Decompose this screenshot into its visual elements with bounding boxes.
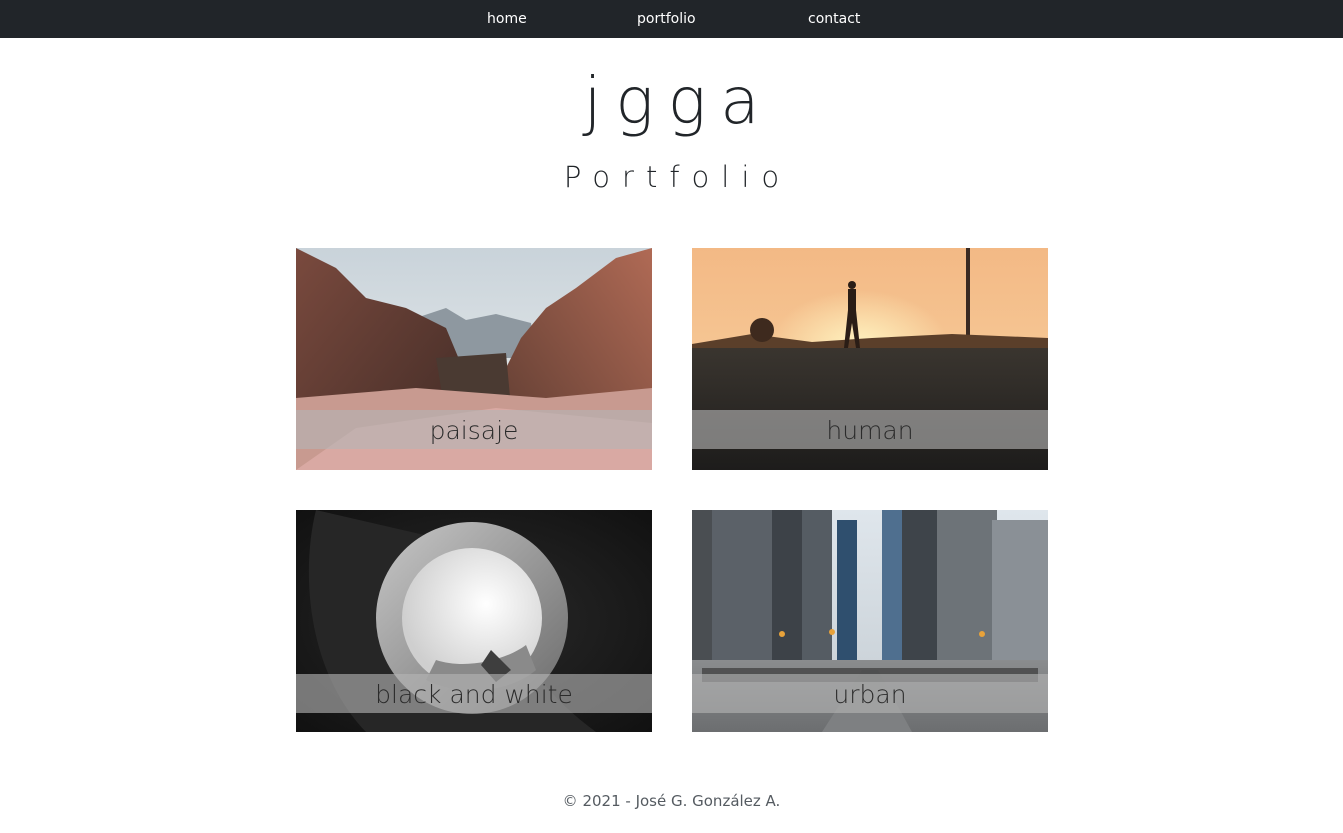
navbar: home portfolio contact <box>0 0 1343 38</box>
site-title: jgga <box>583 65 774 139</box>
gallery-card-paisaje[interactable]: paisaje <box>296 248 652 470</box>
nav-link-home[interactable]: home <box>487 0 527 38</box>
gallery-card-human[interactable]: human <box>692 248 1048 470</box>
gallery-card-urban[interactable]: urban <box>692 510 1048 732</box>
card-caption: black and white <box>296 674 652 713</box>
footer-copyright: © 2021 - José G. González A. <box>562 792 781 810</box>
card-caption: urban <box>692 674 1048 713</box>
nav-link-portfolio[interactable]: portfolio <box>637 0 696 38</box>
card-caption: human <box>692 410 1048 449</box>
card-caption: paisaje <box>296 410 652 449</box>
gallery-card-black-and-white[interactable]: black and white <box>296 510 652 732</box>
site-subtitle: Portfolio <box>563 160 792 194</box>
nav-link-contact[interactable]: contact <box>808 0 860 38</box>
